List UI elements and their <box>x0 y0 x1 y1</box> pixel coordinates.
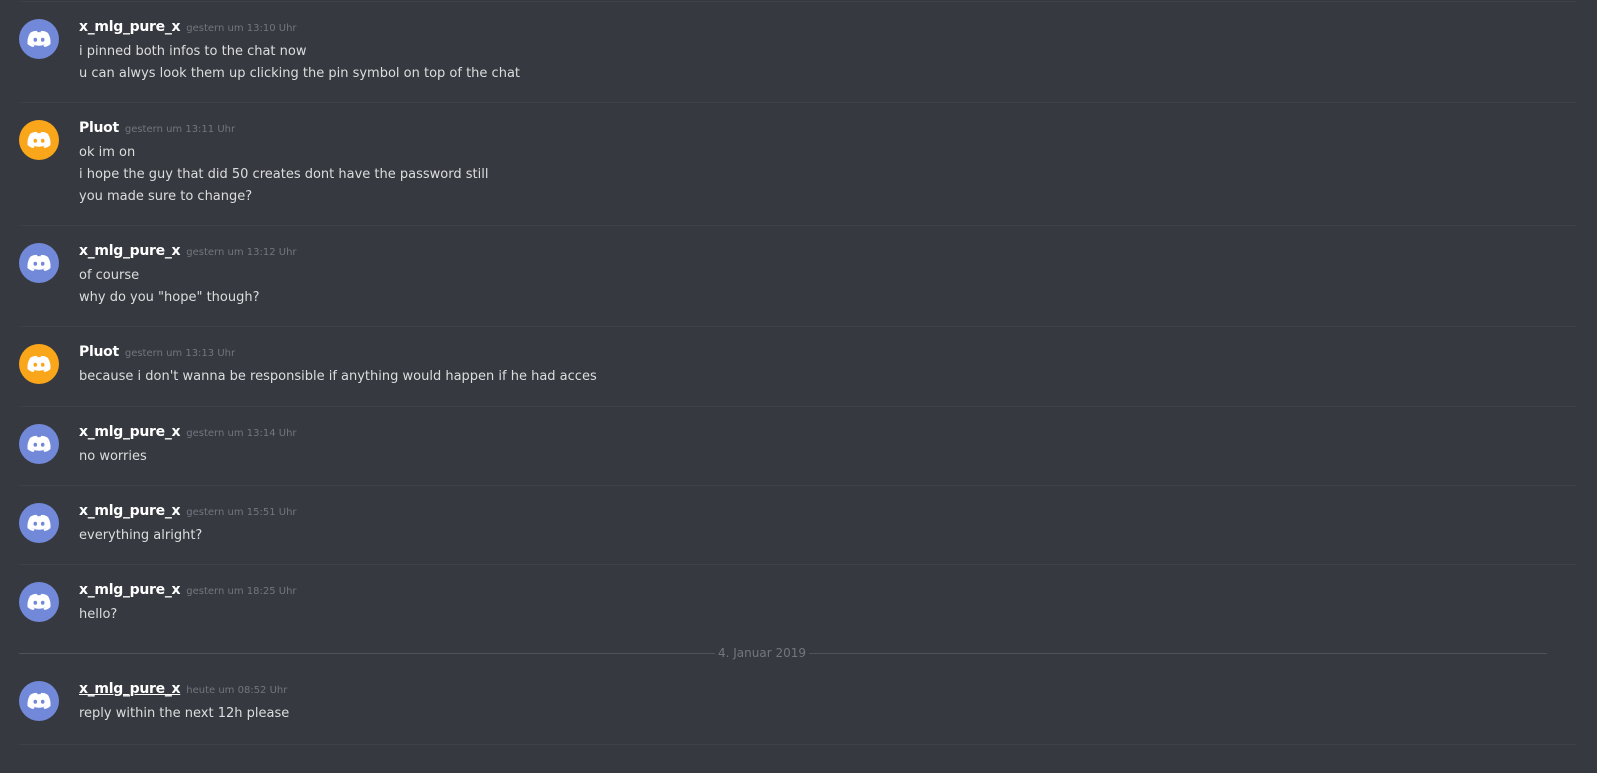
username[interactable]: x_mlg_pure_x <box>79 243 181 259</box>
message-line: i pinned both infos to the chat now <box>79 44 307 59</box>
divider <box>19 564 1577 565</box>
divider <box>19 406 1577 407</box>
message-content: of course why do you "hope" though? <box>79 265 260 309</box>
discord-logo-icon <box>27 131 51 148</box>
avatar[interactable] <box>19 19 59 59</box>
username[interactable]: x_mlg_pure_x <box>79 424 181 440</box>
message-header: x_mlg_pure_x gestern um 13:14 Uhr <box>79 424 297 444</box>
discord-logo-icon <box>27 514 51 531</box>
message-content: because i don't wanna be responsible if … <box>79 366 597 388</box>
discord-logo-icon <box>27 254 51 271</box>
message-line: you made sure to change? <box>79 189 253 204</box>
message-header: x_mlg_pure_x gestern um 13:10 Uhr <box>79 19 297 39</box>
message-line: ok im on <box>79 145 136 160</box>
avatar[interactable] <box>19 681 59 721</box>
avatar[interactable] <box>19 503 59 543</box>
divider <box>19 326 1577 327</box>
message-content: ok im on i hope the guy that did 50 crea… <box>79 142 488 208</box>
username[interactable]: Pluot <box>79 120 119 136</box>
message-line: no worries <box>79 449 147 464</box>
message-line: hello? <box>79 607 118 622</box>
username[interactable]: Pluot <box>79 344 119 360</box>
discord-logo-icon <box>27 692 51 709</box>
timestamp: gestern um 15:51 Uhr <box>186 507 297 518</box>
avatar[interactable] <box>19 120 59 160</box>
message-header: x_mlg_pure_x gestern um 13:12 Uhr <box>79 243 297 263</box>
discord-logo-icon <box>27 355 51 372</box>
message-header: x_mlg_pure_x gestern um 15:51 Uhr <box>79 503 297 523</box>
divider <box>19 225 1577 226</box>
message-line: u can alwys look them up clicking the pi… <box>79 66 521 81</box>
message-content: hello? <box>79 604 117 626</box>
message-line: because i don't wanna be responsible if … <box>79 369 597 384</box>
divider <box>19 485 1577 486</box>
discord-logo-icon <box>27 30 51 47</box>
timestamp: heute um 08:52 Uhr <box>186 685 288 696</box>
username[interactable]: x_mlg_pure_x <box>79 503 181 519</box>
message-content: i pinned both infos to the chat now u ca… <box>79 41 520 85</box>
chat-messages-pane: x_mlg_pure_x gestern um 13:10 Uhr i pinn… <box>0 0 1597 773</box>
username[interactable]: x_mlg_pure_x <box>79 582 181 598</box>
message-group: x_mlg_pure_x gestern um 13:14 Uhr no wor… <box>19 424 1577 464</box>
message-group: x_mlg_pure_x gestern um 18:25 Uhr hello? <box>19 582 1577 622</box>
message-header: Pluot gestern um 13:13 Uhr <box>79 344 235 364</box>
message-line: i hope the guy that did 50 creates dont … <box>79 167 489 182</box>
username[interactable]: x_mlg_pure_x <box>79 681 181 697</box>
date-separator-label: 4. Januar 2019 <box>717 646 806 660</box>
username[interactable]: x_mlg_pure_x <box>79 19 181 35</box>
divider <box>19 102 1577 103</box>
message-header: x_mlg_pure_x gestern um 18:25 Uhr <box>79 582 297 602</box>
timestamp: gestern um 13:11 Uhr <box>124 124 236 135</box>
message-line: everything alright? <box>79 528 203 543</box>
timestamp: gestern um 13:10 Uhr <box>186 23 297 34</box>
message-group: x_mlg_pure_x gestern um 15:51 Uhr everyt… <box>19 503 1577 543</box>
message-line: of course <box>79 268 140 283</box>
discord-logo-icon <box>27 435 51 452</box>
message-line: reply within the next 12h please <box>79 706 290 721</box>
message-group: x_mlg_pure_x gestern um 13:10 Uhr i pinn… <box>19 19 1577 81</box>
timestamp: gestern um 13:12 Uhr <box>186 247 297 258</box>
message-header: x_mlg_pure_x heute um 08:52 Uhr <box>79 681 287 701</box>
timestamp: gestern um 18:25 Uhr <box>186 586 297 597</box>
message-header: Pluot gestern um 13:11 Uhr <box>79 120 235 140</box>
avatar[interactable] <box>19 582 59 622</box>
message-content: reply within the next 12h please <box>79 703 289 725</box>
message-group: Pluot gestern um 13:11 Uhr ok im on i ho… <box>19 120 1577 204</box>
message-group: x_mlg_pure_x heute um 08:52 Uhr reply wi… <box>19 681 1577 721</box>
avatar[interactable] <box>19 424 59 464</box>
discord-logo-icon <box>27 593 51 610</box>
date-separator-rule <box>19 653 715 654</box>
message-group: x_mlg_pure_x gestern um 13:12 Uhr of cou… <box>19 243 1577 305</box>
timestamp: gestern um 13:13 Uhr <box>124 348 236 359</box>
message-line: why do you "hope" though? <box>79 290 260 305</box>
message-group: Pluot gestern um 13:13 Uhr because i don… <box>19 344 1577 384</box>
divider <box>19 744 1577 745</box>
timestamp: gestern um 13:14 Uhr <box>186 428 297 439</box>
avatar[interactable] <box>19 344 59 384</box>
message-content: everything alright? <box>79 525 202 547</box>
message-content: no worries <box>79 446 147 468</box>
date-separator: 4. Januar 2019 <box>19 646 1577 660</box>
date-separator-rule <box>809 653 1547 654</box>
divider <box>19 1 1577 2</box>
avatar[interactable] <box>19 243 59 283</box>
